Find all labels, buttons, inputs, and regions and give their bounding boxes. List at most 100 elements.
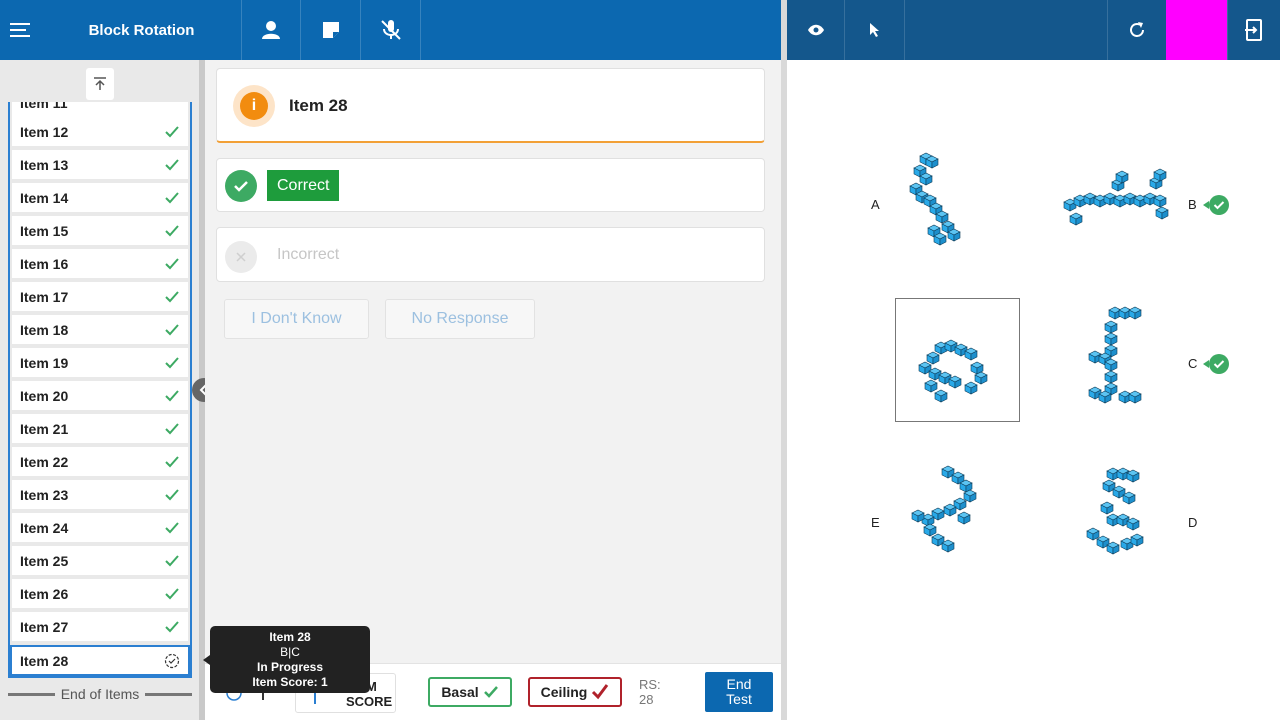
item-list[interactable]: Item 11 Item 12 Item 13 Item 14 Item 15 Item… [8,102,192,678]
scoring-panel [205,60,781,663]
incorrect-label: Incorrect [277,246,340,263]
incorrect-radio[interactable] [225,241,257,273]
option-figure-a[interactable] [900,146,1012,258]
item-label: Item 15 [20,222,69,239]
person-icon [262,21,280,39]
list-item[interactable]: Item 23 [12,480,188,509]
eye-icon [807,24,824,36]
item-tooltip: Item 28 B|C In Progress Item Score: 1 [210,626,370,693]
list-item[interactable]: Item 20 [12,381,188,410]
item-label: Item 23 [20,486,69,503]
pointer-icon [869,23,879,37]
ceiling-label: Ceiling [540,684,588,700]
item-label: Item 22 [20,453,69,470]
note-icon [322,22,339,38]
tooltip-status: In Progress [256,660,324,674]
mic-off-icon [380,20,401,40]
check-icon [483,686,498,698]
menu-button[interactable] [0,0,42,60]
end-of-items-label: End of Items [60,686,140,702]
basal-label: Basal [441,684,479,700]
list-item[interactable]: Item 19 [12,348,188,377]
rs-value: 28 [639,692,654,707]
item-label: Item 14 [20,189,69,206]
item-label: Item 17 [20,288,69,305]
check-icon [165,422,179,434]
divider [8,692,55,696]
list-item[interactable]: Item 18 [12,315,188,344]
option-figure-b[interactable] [1060,152,1172,264]
list-item[interactable]: Item 26 [12,579,188,608]
check-icon [165,554,179,566]
pointer-button[interactable] [845,0,905,60]
option-figure-e[interactable] [902,463,1014,575]
list-item[interactable]: Item 27 [12,612,188,641]
option-letter-c[interactable]: C [1188,356,1197,371]
item-label: Item 18 [20,321,69,338]
info-badge: i [233,85,275,127]
list-item[interactable]: Item 25 [12,546,188,575]
item-label: Item 20 [20,387,69,404]
scroll-to-top-button[interactable] [86,68,114,100]
item-label: Item 12 [20,123,69,140]
item-title: Item 28 [289,96,348,115]
end-test-button[interactable]: End Test [705,672,773,712]
option-letter-b[interactable]: B [1188,197,1197,212]
list-item[interactable]: Item 24 [12,513,188,542]
check-icon [165,389,179,401]
check-icon [234,181,248,192]
mic-off-button[interactable] [361,0,421,60]
list-item[interactable]: Item 16 [12,249,188,278]
exit-icon [1245,19,1262,41]
list-item[interactable]: Item 22 [12,447,188,476]
top-toolbar: Block Rotation [0,0,781,60]
check-icon [165,290,179,302]
check-icon [165,224,179,236]
option-letter-d[interactable]: D [1188,515,1197,530]
panel-splitter[interactable] [781,0,787,720]
highlight-swatch[interactable] [1166,0,1227,60]
check-icon [165,620,179,632]
item-label: Item 16 [20,255,69,272]
refresh-icon [1130,22,1144,37]
option-letter-e[interactable]: E [871,515,880,530]
score-stepper [314,692,316,704]
tooltip-title: Item 28 [269,630,311,644]
list-item[interactable]: Item 12 [12,117,188,146]
list-item[interactable]: Item 13 [12,150,188,179]
ceiling-button[interactable]: Ceiling [528,677,622,707]
list-item[interactable]: Item 17 [12,282,188,311]
raw-score: RS: 28 [639,677,661,707]
in-progress-icon [164,653,180,668]
correct-radio[interactable] [225,170,257,202]
exit-button[interactable] [1227,0,1280,60]
examinee-button[interactable] [242,0,301,60]
option-letter-a[interactable]: A [871,197,880,212]
view-button[interactable] [787,0,845,60]
check-icon [165,356,179,368]
list-item[interactable]: Item 14 [12,183,188,212]
list-item[interactable]: Item 11 [12,102,188,117]
check-icon [165,587,179,599]
no-response-button[interactable]: No Response [385,299,535,339]
refresh-button[interactable] [1107,0,1166,60]
magenta-swatch [1166,0,1227,60]
selected-check-icon [1209,354,1229,374]
score-label: SCORE [346,694,393,709]
option-figure-c[interactable] [1075,304,1187,416]
list-item[interactable]: Item 21 [12,414,188,443]
notes-button[interactable] [301,0,361,60]
item-label: Item 11 [20,102,68,111]
option-figure-d[interactable] [1075,465,1187,577]
check-icon [165,521,179,533]
check-icon [165,455,179,467]
x-icon [236,252,246,262]
basal-button[interactable]: Basal [428,677,512,707]
dont-know-button[interactable]: I Don't Know [224,299,369,339]
correct-option[interactable]: Correct [216,158,765,212]
item-label: Item 27 [20,618,69,635]
list-item[interactable]: Item 15 [12,216,188,245]
incorrect-option[interactable]: Incorrect [216,227,765,282]
item-label: Item 19 [20,354,69,371]
list-item[interactable]: Item 28 [10,645,190,676]
